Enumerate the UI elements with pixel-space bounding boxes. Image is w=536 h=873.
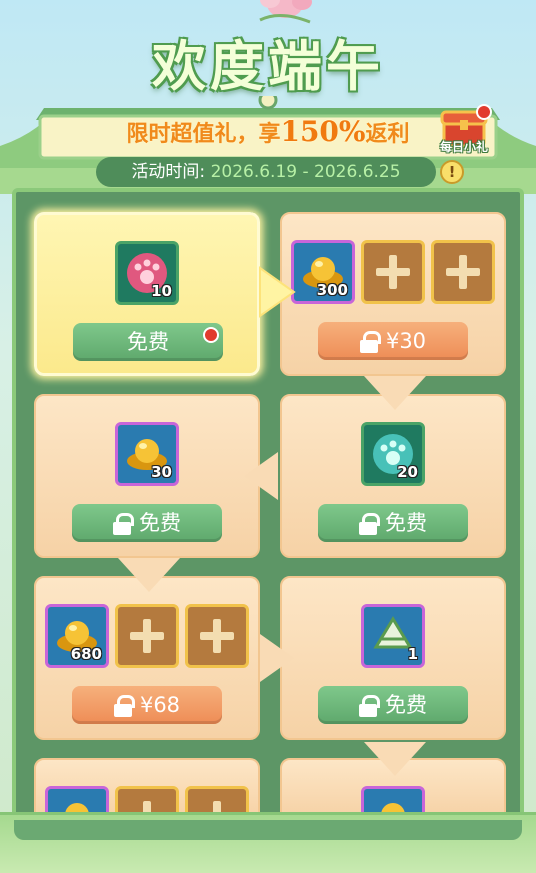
time-label: 活动时间:: [131, 162, 206, 182]
button-label: 免费: [385, 511, 427, 535]
button-label: 免费: [127, 330, 169, 354]
button-label: 免费: [139, 511, 181, 535]
reward-item: 20: [361, 422, 425, 486]
item-quantity: 10: [151, 282, 172, 300]
claim-button[interactable]: 免费: [72, 504, 222, 542]
bottom-frame-inner: [14, 820, 522, 840]
page-title: 欢度端午: [152, 34, 384, 98]
item-quantity: 300: [316, 281, 348, 299]
lock-icon: [359, 331, 381, 353]
reward-item: 1: [361, 604, 425, 668]
reward-slot-locked: [115, 604, 179, 668]
arrow-down-icon: [118, 558, 180, 592]
reward-item: 680: [45, 604, 109, 668]
purchase-button[interactable]: ¥68: [72, 686, 222, 724]
reward-item: 30: [115, 422, 179, 486]
reward-cell-7[interactable]: [34, 758, 260, 818]
info-icon[interactable]: !: [440, 160, 464, 184]
purchase-button[interactable]: ¥30: [318, 322, 468, 360]
subtitle-percent: 150%: [280, 115, 366, 148]
subtitle-suffix: 返利: [365, 122, 410, 147]
rebate-subtitle: 限时超值礼，享150%返利: [60, 110, 476, 154]
arrow-down-icon: [364, 376, 426, 410]
reward-slot-locked: [185, 604, 249, 668]
subtitle-prefix: 限时超值礼，享: [126, 122, 281, 147]
arrow-right-icon: [260, 634, 294, 682]
reward-cell-1[interactable]: 10 免费: [34, 212, 260, 376]
plus-icon: [376, 255, 410, 289]
reward-slot-locked: [431, 240, 495, 304]
arrow-right-icon: [259, 266, 296, 318]
reward-cell-4[interactable]: 30 免费: [34, 394, 260, 558]
reward-cell-2[interactable]: 300 ¥30: [280, 212, 506, 376]
reward-cell-3[interactable]: 20 免费: [280, 394, 506, 558]
button-label: 免费: [385, 693, 427, 717]
claim-button[interactable]: 免费: [318, 504, 468, 542]
plus-icon: [200, 619, 234, 653]
reward-item: 300: [291, 240, 355, 304]
item-quantity: 30: [151, 463, 172, 481]
item-quantity: 20: [397, 463, 418, 481]
event-page: 欢度端午 限时超值礼，享150%返利 每日小礼 活动时间: 2026.6.19 …: [0, 0, 536, 873]
lock-icon: [113, 695, 135, 717]
lock-icon: [359, 695, 380, 717]
arrow-left-icon: [244, 452, 278, 500]
item-quantity: 1: [407, 645, 418, 663]
item-quantity: 680: [70, 645, 102, 663]
reward-cell-5[interactable]: 680 ¥68: [34, 576, 260, 740]
button-label: ¥68: [139, 693, 181, 717]
time-range: 2026.6.19 - 2026.6.25: [210, 162, 401, 182]
daily-gift-label[interactable]: 每日小礼: [432, 138, 496, 155]
lock-icon: [113, 513, 134, 535]
reward-slot-locked: [361, 240, 425, 304]
reward-cell-6[interactable]: 1 免费: [280, 576, 506, 740]
lock-icon: [359, 513, 380, 535]
plus-icon: [446, 255, 480, 289]
claim-button[interactable]: 免费: [318, 686, 468, 724]
event-time: 活动时间: 2026.6.19 - 2026.6.25: [96, 157, 436, 187]
claim-button[interactable]: 免费: [73, 323, 223, 361]
notification-dot-icon: [203, 327, 219, 343]
plus-icon: [130, 619, 164, 653]
reward-item: 10: [115, 241, 179, 305]
arrow-down-icon: [364, 742, 426, 776]
button-label: ¥30: [385, 329, 427, 353]
